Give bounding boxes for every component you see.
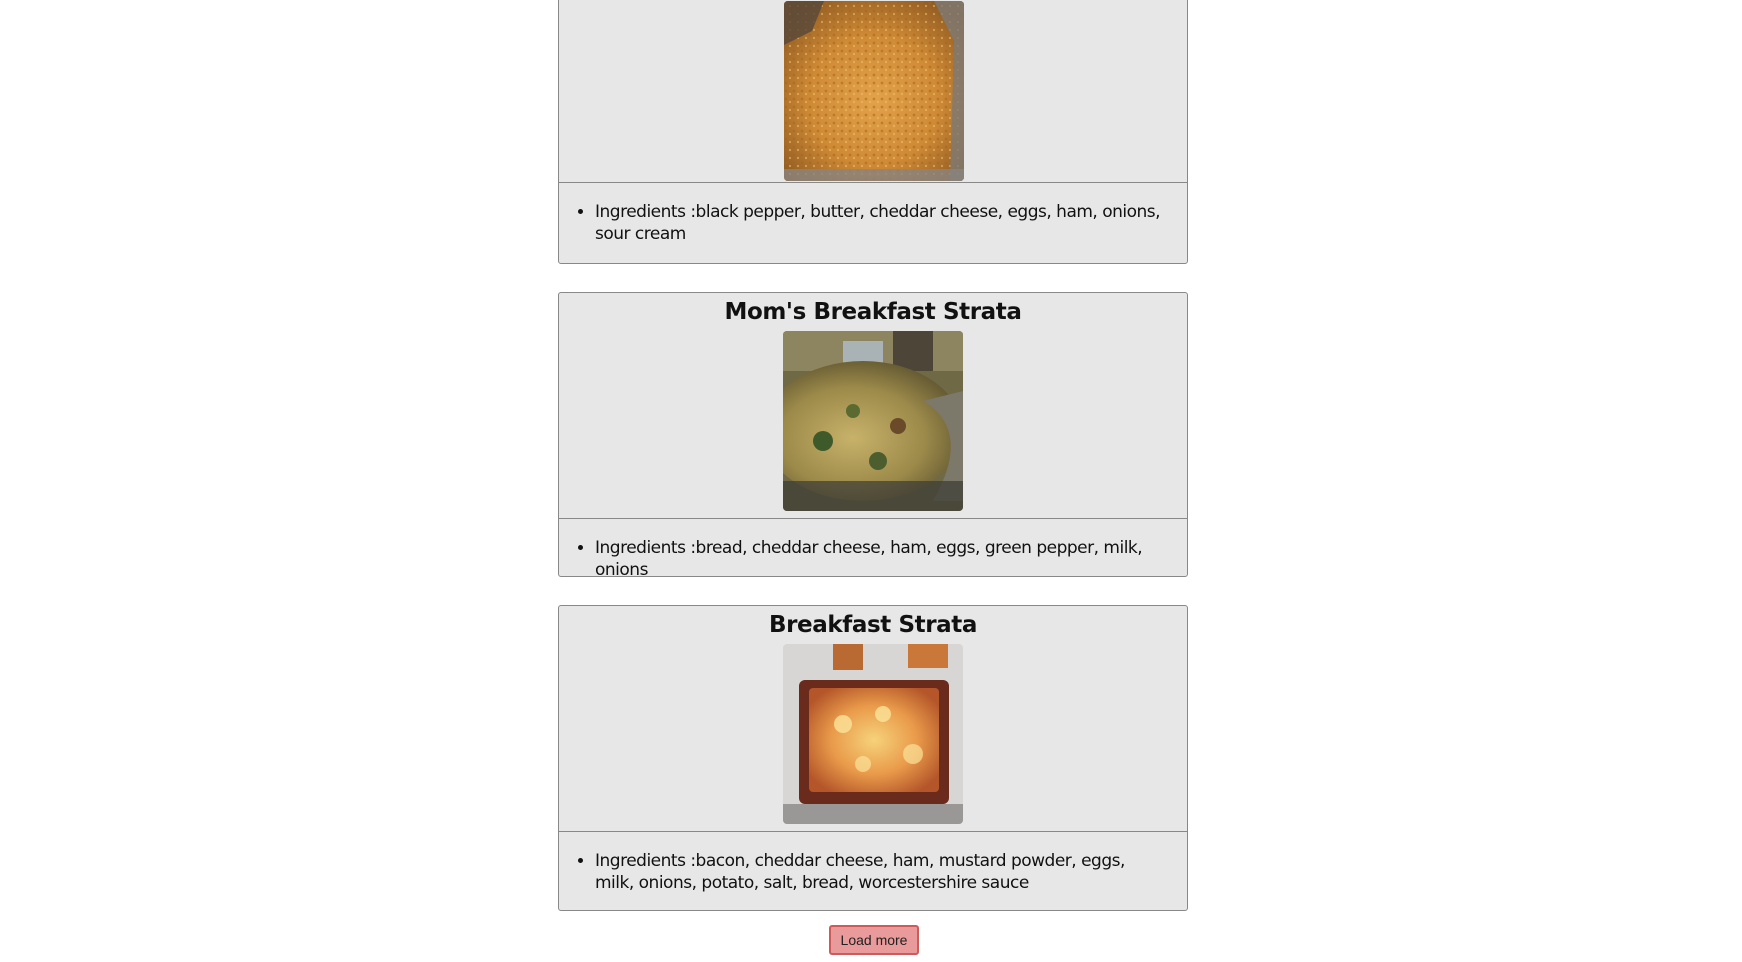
ingredient-list: Ingredients :black pepper, butter, chedd… [573, 201, 1167, 245]
recipe-title[interactable]: Mom's Breakfast Strata [559, 293, 1187, 331]
recipe-card-header [559, 0, 1187, 183]
recipe-photo[interactable] [783, 644, 963, 824]
ingredient-list: Ingredients :bacon, cheddar cheese, ham,… [573, 850, 1167, 894]
recipe-feed: Ingredients :black pepper, butter, chedd… [0, 0, 1742, 962]
strata-dish-photo-image [783, 331, 963, 511]
recipe-title[interactable]: Breakfast Strata [559, 606, 1187, 644]
recipe-card-header: Mom's Breakfast Strata [559, 293, 1187, 519]
ingredient-list: Ingredients :bread, cheddar cheese, ham,… [573, 537, 1167, 581]
recipe-photo[interactable] [784, 1, 964, 181]
recipe-card-header: Breakfast Strata [559, 606, 1187, 832]
ingredient-item: Ingredients :bacon, cheddar cheese, ham,… [595, 850, 1167, 894]
recipe-card: Mom's Breakfast Strata • Ingredients:br… [558, 292, 1188, 580]
recipe-card-details: Ingredients :bread, cheddar cheese, ham,… [559, 519, 1187, 595]
casserole-photo-image [784, 1, 964, 181]
recipe-card-details: Ingredients :black pepper, butter, chedd… [559, 183, 1187, 259]
recipe-card: Breakfast Strata • Ingredients:bacon, c… [558, 605, 1188, 911]
recipe-photo[interactable] [783, 331, 963, 511]
ingredient-item: Ingredients :black pepper, butter, chedd… [595, 201, 1167, 245]
baked-strata-photo-image [783, 644, 963, 824]
recipe-card-details: Ingredients :bacon, cheddar cheese, ham,… [559, 832, 1187, 908]
recipe-card: Ingredients :black pepper, butter, chedd… [558, 0, 1188, 264]
ingredient-item: Ingredients :bread, cheddar cheese, ham,… [595, 537, 1167, 581]
load-more-button[interactable]: Load more [829, 925, 919, 955]
